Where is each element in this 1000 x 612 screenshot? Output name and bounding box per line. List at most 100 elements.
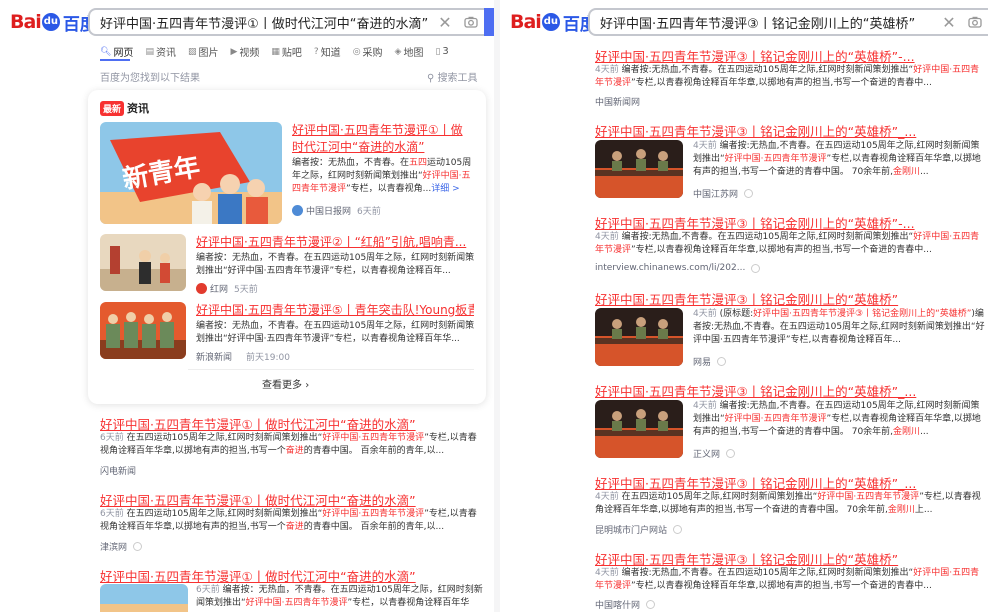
result-image[interactable] — [595, 308, 683, 366]
news-image-1[interactable]: 新青年 — [100, 122, 282, 224]
result-title[interactable]: 好评中国·五四青年节漫评③丨铭记金刚川上的“英雄桥” — [595, 289, 995, 308]
search-button[interactable] — [484, 8, 494, 36]
news-title-1[interactable]: 好评中国·五四青年节漫评①丨做时代江河中“奋进的水滴” — [292, 122, 474, 156]
info-circle-icon[interactable] — [133, 542, 143, 551]
result-title[interactable]: 好评中国·五四青年节漫评③丨铭记金刚川上的“英雄桥”-... — [595, 213, 995, 232]
purchase-icon: ◎ — [352, 46, 361, 57]
active-tab-underline — [100, 59, 130, 61]
logo-text-bai: Bai — [10, 11, 42, 33]
paw-icon: du — [541, 13, 560, 31]
map-icon: ◈ — [394, 46, 402, 57]
result-image[interactable] — [595, 140, 683, 198]
paw-icon: du — [41, 13, 60, 31]
tab-tieba[interactable]: ▦ 贴吧 — [271, 44, 302, 60]
result-source[interactable]: 中国喀什网 — [595, 598, 656, 611]
result-image[interactable] — [595, 400, 683, 458]
tab-zhidao[interactable]: ? 知道 — [313, 44, 341, 60]
result-image[interactable] — [100, 584, 188, 612]
result-abstract: 4天前 编者按:无热血,不青春。在五四运动105周年之际,红网时刻新闻策划推出“… — [693, 141, 981, 177]
tab-images[interactable]: ▨ 图片 — [187, 44, 219, 60]
result-title[interactable]: 好评中国·五四青年节漫评①丨做时代江河中“奋进的水滴” — [100, 566, 484, 585]
result-abstract: 4天前 编者按:无热血,不青春。在五四运动105周年之际,红网时刻新闻策划推出“… — [693, 401, 981, 437]
result-abstract: 6天前 在五四运动105周年之际,红网时刻新闻策划推出“好评中国·五四青年节漫评… — [100, 509, 477, 532]
clear-icon[interactable]: ✕ — [432, 13, 458, 32]
result-title[interactable]: 好评中国·五四青年节漫评①丨做时代江河中“奋进的水滴” — [100, 414, 484, 433]
result-title[interactable]: 好评中国·五四青年节漫评③丨铭记金刚川上的“英雄桥”_... — [595, 121, 995, 140]
result-source[interactable]: 闪电新闻 — [100, 464, 136, 477]
question-icon: ? — [313, 46, 319, 57]
result-source[interactable]: 昆明城市门户网站 — [595, 523, 683, 536]
search-tabs: 🔍︎ 网页 ▤ 资讯 ▨ 图片 ▶ 视频 ▦ 贴吧 ? 知道 ◎ 采购 ◈ 地图 ▯ 3 — [100, 44, 461, 59]
info-circle-icon[interactable] — [726, 449, 736, 458]
search-query-text[interactable]: 好评中国·五四青年节漫评③丨铭记金刚川上的“英雄桥” — [600, 13, 936, 32]
result-title[interactable]: 好评中国·五四青年节漫评③丨铭记金刚川上的“英雄桥” — [595, 549, 995, 568]
image-icon: ▨ — [187, 46, 197, 57]
search-query-text[interactable]: 好评中国·五四青年节漫评①丨做时代江河中“奋进的水滴” — [100, 13, 432, 32]
result-abstract: 6天前 编者按：无热血，不青春。在五四运动105周年之际，红网时刻新闻策划推出“… — [196, 585, 483, 608]
news-abstract-3: 编者按：无热血，不青春。在五四运动105周年之际，红网时刻新闻策划推出“好评中国… — [196, 321, 475, 344]
tab-web[interactable]: 🔍︎ 网页 — [100, 44, 133, 60]
tab-purchase[interactable]: ◎ 采购 — [352, 44, 383, 60]
news-abstract-1: 编者按：无热血，不青春。在五四运动105周年之际，红网时刻新闻策划推出“好评中国… — [292, 158, 472, 194]
tab-map[interactable]: ◈ 地图 — [394, 44, 424, 60]
left-search-page: Bai du 百度 好评中国·五四青年节漫评①丨做时代江河中“奋进的水滴” ✕ … — [0, 0, 494, 612]
result-abstract: 4天前 (原标题:好评中国·五四青年节漫评③丨铭记金刚川上的“英雄桥”)编者按:… — [693, 309, 985, 345]
result-count: 百度为您找到以下结果 — [100, 73, 200, 84]
latest-news-card: 最新 资讯 新青年 好评中国·五四青年节漫评①丨做时代江河中“奋进的水滴” 编者… — [88, 90, 486, 404]
news-source-2: 红网 5天前 — [196, 282, 258, 295]
result-title[interactable]: 好评中国·五四青年节漫评①丨做时代江河中“奋进的水滴” — [100, 490, 484, 509]
logo-text-bai: Bai — [510, 11, 542, 33]
baidu-logo[interactable]: Bai du 百度 — [10, 10, 97, 35]
info-circle-icon[interactable] — [646, 600, 656, 609]
baidu-logo[interactable]: Bai du 百度 — [510, 10, 597, 35]
tab-video[interactable]: ▶ 视频 — [230, 44, 259, 60]
result-source[interactable]: 中国江苏网 — [693, 187, 754, 200]
see-more-button[interactable]: 查看更多 › — [262, 376, 309, 391]
info-circle-icon[interactable] — [751, 263, 761, 273]
result-title[interactable]: 好评中国·五四青年节漫评③丨铭记金刚川上的“英雄桥”_... — [595, 381, 995, 400]
result-title[interactable]: 好评中国·五四青年节漫评③丨铭记金刚川上的“英雄桥”_... — [595, 473, 995, 492]
result-source[interactable]: 中国新闻网 — [595, 95, 640, 108]
news-source-3: 新浪新闻 前天19:00 — [196, 353, 290, 363]
result-source[interactable]: 正义网 — [693, 447, 736, 460]
search-input[interactable]: 好评中国·五四青年节漫评③丨铭记金刚川上的“英雄桥” ✕ — [588, 8, 988, 36]
tab-news[interactable]: ▤ 资讯 — [145, 44, 176, 60]
result-abstract: 6天前 在五四运动105周年之际,红网时刻新闻策划推出“好评中国·五四青年节漫评… — [100, 433, 477, 456]
latest-badge: 最新 — [100, 100, 125, 116]
camera-icon[interactable] — [458, 16, 484, 28]
result-source[interactable]: 网易 — [693, 355, 727, 368]
detail-link[interactable]: 详细 > — [431, 184, 459, 194]
result-title[interactable]: 好评中国·五四青年节漫评③丨铭记金刚川上的“英雄桥”-... — [595, 46, 995, 65]
clear-icon[interactable]: ✕ — [936, 13, 962, 32]
card-heading: 最新 资讯 — [100, 100, 149, 116]
info-circle-icon[interactable] — [717, 357, 727, 366]
news-abstract-2: 编者按：无热血，不青春。在五四运动105周年之际，红网时刻新闻策划推出“好评中国… — [196, 253, 475, 276]
right-search-page: Bai du 百度 好评中国·五四青年节漫评③丨铭记金刚川上的“英雄桥” ✕ 好… — [500, 0, 1000, 612]
news-image-2[interactable] — [100, 234, 186, 291]
card-heading-label: 资讯 — [127, 102, 150, 115]
camera-icon[interactable] — [962, 16, 988, 28]
news-title-3[interactable]: 好评中国·五四青年节漫评⑤丨青年突击队!Young板青... — [196, 302, 474, 319]
news-title-2[interactable]: 好评中国·五四青年节漫评②丨“红船”引航,唱响青... — [196, 234, 474, 251]
news-image-3[interactable] — [100, 302, 186, 359]
source-logo-icon — [196, 283, 207, 294]
card-divider — [188, 369, 474, 370]
info-circle-icon[interactable] — [744, 189, 754, 198]
info-circle-icon[interactable] — [673, 525, 683, 534]
tieba-icon: ▦ — [271, 46, 280, 57]
doc-icon: ▯ — [435, 46, 441, 57]
search-tools-button[interactable]: ⚲ 搜索工具 — [427, 69, 478, 84]
result-abstract: 4天前 编者按:无热血,不青春。在五四运动105周年之际,红网时刻新闻策划推出“… — [595, 232, 980, 255]
result-abstract: 4天前 编者按:无热血,不青春。在五四运动105周年之际,红网时刻新闻策划推出“… — [595, 65, 980, 88]
news-source-1: 中国日报网 6天前 — [292, 204, 381, 217]
search-input[interactable]: 好评中国·五四青年节漫评①丨做时代江河中“奋进的水滴” ✕ — [88, 8, 484, 36]
news-icon: ▤ — [145, 46, 154, 57]
chevron-right-icon: › — [305, 380, 310, 391]
search-icon: 🔍︎ — [100, 46, 112, 57]
video-icon: ▶ — [230, 46, 238, 57]
tab-more[interactable]: ▯ 3 — [435, 44, 448, 59]
source-logo-icon — [292, 205, 303, 216]
result-abstract: 4天前 编者按:无热血,不青春。在五四运动105周年之际,红网时刻新闻策划推出“… — [595, 568, 980, 591]
result-source[interactable]: 津滨网 — [100, 540, 143, 553]
result-source[interactable]: interview.chinanews.com/li/202... — [595, 263, 761, 273]
